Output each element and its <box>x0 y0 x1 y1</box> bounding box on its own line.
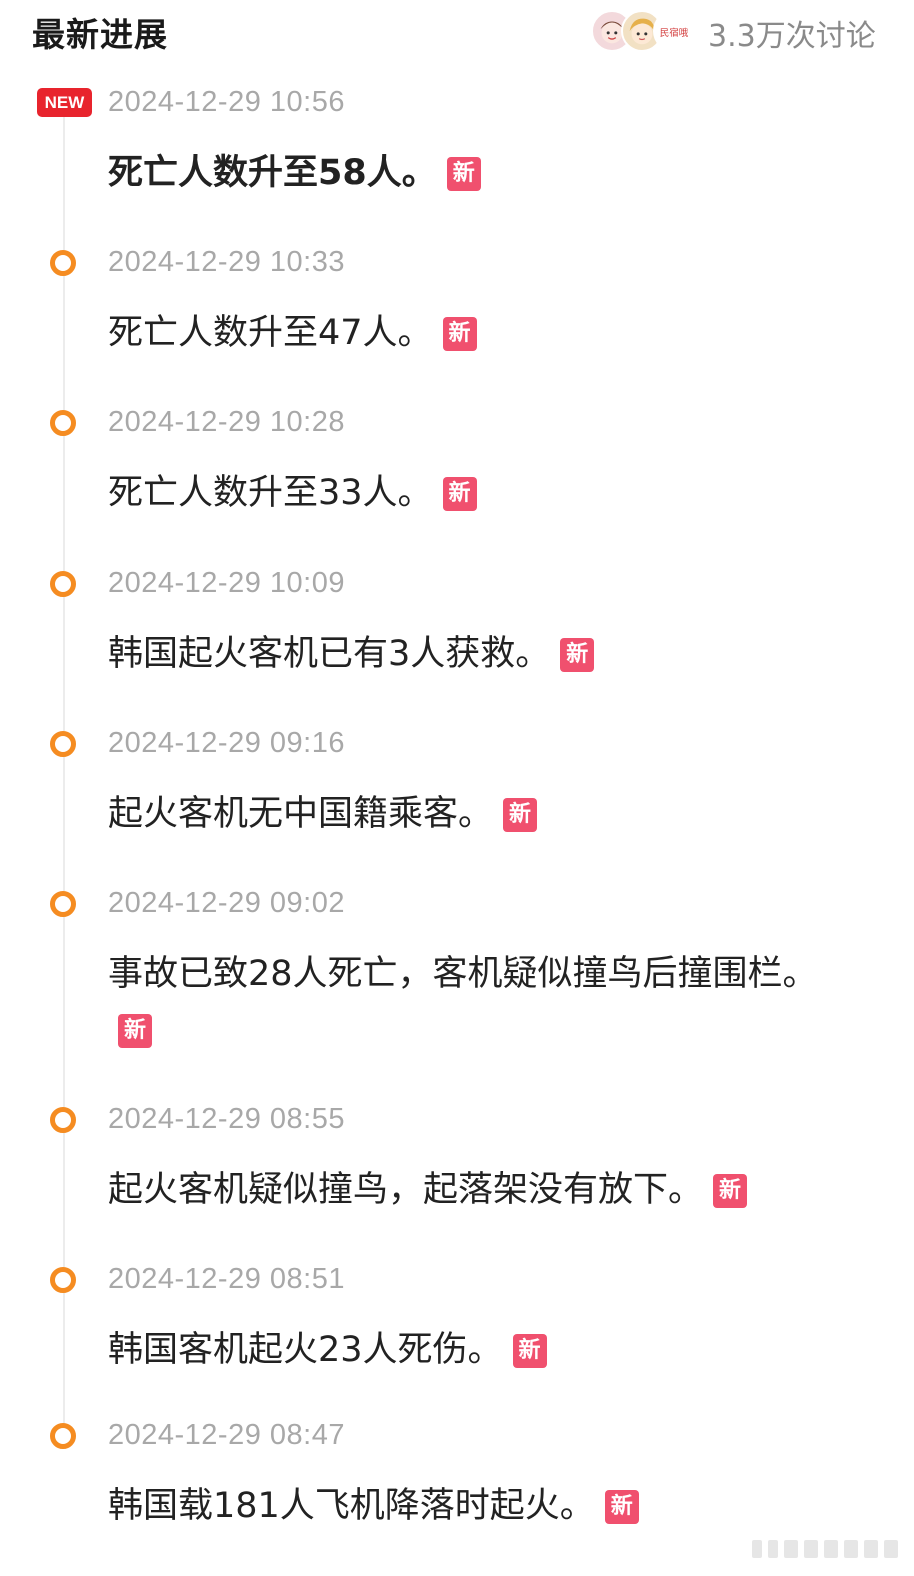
timeline-time: 2024-12-29 08:47 <box>108 1419 345 1451</box>
timeline-dot <box>50 571 76 597</box>
timeline-line <box>63 110 65 1445</box>
timeline-dot <box>50 1267 76 1293</box>
timeline-item[interactable]: 2024-12-29 10:28 死亡人数升至33人。新 <box>108 405 838 521</box>
timeline-item[interactable]: 2024-12-29 09:16 起火客机无中国籍乘客。新 <box>108 726 838 842</box>
timeline-item[interactable]: 2024-12-29 10:09 韩国起火客机已有3人获救。新 <box>108 566 838 682</box>
timeline-text: 事故已致28人死亡，客机疑似撞鸟后撞围栏。新 <box>108 946 818 1058</box>
new-tag: 新 <box>442 317 477 351</box>
timeline-time: 2024-12-29 10:56 <box>108 86 345 118</box>
timeline-dot <box>50 1107 76 1133</box>
new-tag: 新 <box>604 1490 639 1524</box>
timeline-text: 死亡人数升至58人。新 <box>108 145 838 201</box>
timeline-time: 2024-12-29 08:51 <box>108 1263 345 1295</box>
timeline-dot <box>50 891 76 917</box>
new-tag: 新 <box>442 477 477 511</box>
avatar-text-logo: 民宿哦 <box>660 27 689 39</box>
timeline-dot <box>50 731 76 757</box>
svg-text:民宿哦: 民宿哦 <box>660 27 689 39</box>
participant-avatars[interactable]: 民宿哦 <box>591 10 697 52</box>
timeline-text: 韩国起火客机已有3人获救。新 <box>108 626 838 682</box>
timeline-text: 起火客机无中国籍乘客。新 <box>108 786 838 842</box>
discussion-count[interactable]: 3.3万次讨论 <box>708 11 876 55</box>
timeline-text: 死亡人数升至47人。新 <box>108 305 838 361</box>
timeline-item[interactable]: 2024-12-29 08:51 韩国客机起火23人死伤。新 <box>108 1262 838 1378</box>
timeline-dot <box>50 410 76 436</box>
header: 最新进展 民宿哦 3.3万次讨论 <box>0 0 914 62</box>
new-tag: 新 <box>560 638 595 672</box>
timeline-item[interactable]: 2024-12-29 09:02 事故已致28人死亡，客机疑似撞鸟后撞围栏。新 <box>108 886 818 1058</box>
timeline-time: 2024-12-29 09:02 <box>108 887 345 919</box>
timeline-item[interactable]: 2024-12-29 10:56 死亡人数升至58人。新 <box>108 85 838 201</box>
new-tag: 新 <box>446 157 481 191</box>
timeline-item[interactable]: 2024-12-29 10:33 死亡人数升至47人。新 <box>108 245 838 361</box>
timeline-time: 2024-12-29 10:09 <box>108 567 345 599</box>
timeline-dot <box>50 1423 76 1449</box>
timeline-text: 韩国载181人飞机降落时起火。新 <box>108 1478 838 1534</box>
timeline-text: 死亡人数升至33人。新 <box>108 465 838 521</box>
timeline-time: 2024-12-29 10:28 <box>108 406 345 438</box>
timeline-time: 2024-12-29 10:33 <box>108 246 345 278</box>
section-title: 最新进展 <box>32 15 168 54</box>
timeline-item[interactable]: 2024-12-29 08:55 起火客机疑似撞鸟，起落架没有放下。新 <box>108 1102 838 1218</box>
timeline-text: 起火客机疑似撞鸟，起落架没有放下。新 <box>108 1162 838 1218</box>
timeline-item[interactable]: 2024-12-29 08:47 韩国载181人飞机降落时起火。新 <box>108 1418 838 1534</box>
watermark-icon <box>752 1540 898 1558</box>
timeline-text: 韩国客机起火23人死伤。新 <box>108 1322 838 1378</box>
new-tag: 新 <box>512 1334 547 1368</box>
new-tag: 新 <box>503 798 538 832</box>
timeline-dot <box>50 250 76 276</box>
new-badge: NEW <box>37 88 92 117</box>
avatar: 民宿哦 <box>653 10 695 52</box>
new-tag: 新 <box>118 1014 152 1048</box>
timeline-time: 2024-12-29 08:55 <box>108 1103 345 1135</box>
timeline-time: 2024-12-29 09:16 <box>108 727 345 759</box>
new-tag: 新 <box>713 1174 748 1208</box>
